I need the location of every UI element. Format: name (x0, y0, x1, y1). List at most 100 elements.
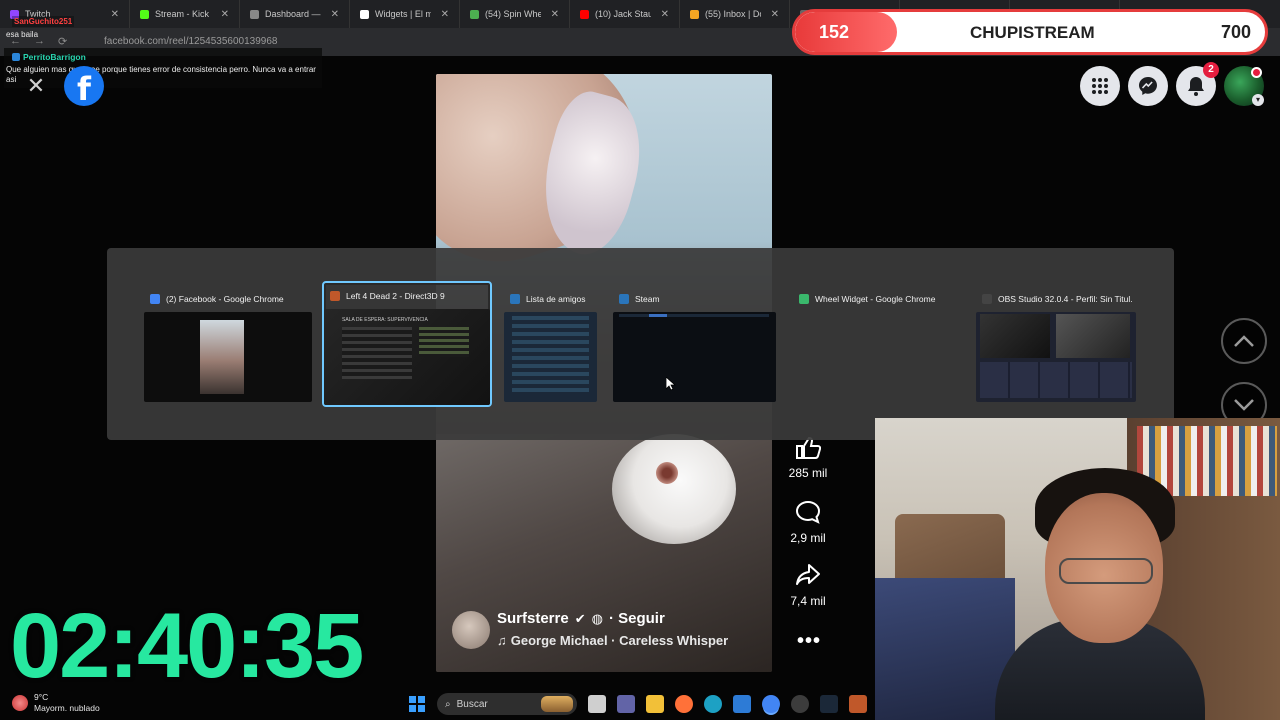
url-text[interactable]: facebook.com/reel/1254535600139968 (104, 36, 277, 47)
tab-close-icon[interactable]: ✕ (111, 9, 119, 20)
comment-icon (795, 500, 821, 524)
switcher-window-header: (2) Facebook - Google Chrome (150, 294, 308, 304)
video-wheel (612, 434, 736, 544)
switcher-window[interactable]: Lista de amigos (504, 286, 597, 402)
goal-current: 152 (819, 22, 850, 42)
browser-tab[interactable]: (10) Jack Stauber ✕ (570, 0, 680, 28)
author-avatar[interactable] (452, 611, 490, 649)
switcher-window-title: OBS Studio 32.0.4 - Perfil: Sin Titul... (998, 294, 1132, 304)
reload-icon[interactable]: ⟳ (58, 35, 67, 48)
search-icon: ⌕ (445, 698, 451, 710)
switcher-window-thumbnail (793, 312, 959, 402)
obs-icon[interactable] (791, 695, 809, 713)
switcher-window[interactable]: Left 4 Dead 2 - Direct3D 9 SALA DE ESPERA… (322, 281, 492, 407)
previous-reel-button[interactable] (1221, 318, 1267, 364)
browser-tab[interactable]: (55) Inbox | Dono ✕ (680, 0, 790, 28)
notification-badge: 2 (1203, 62, 1219, 78)
edge-icon[interactable] (704, 695, 722, 713)
author-name[interactable]: Surfsterre (497, 610, 569, 627)
switcher-window-header: Lista de amigos (510, 294, 593, 304)
switcher-window[interactable]: OBS Studio 32.0.4 - Perfil: Sin Titul... (976, 286, 1136, 402)
chrome-icon[interactable] (762, 695, 780, 713)
tab-title: (55) Inbox | Dono (705, 9, 761, 19)
switcher-window-thumbnail (613, 312, 776, 402)
comment-action[interactable]: 2,9 mil (780, 500, 836, 545)
menu-grid-icon[interactable] (1080, 66, 1120, 106)
chevron-down-icon (1234, 399, 1254, 411)
tab-title: Stream - Kick Da (155, 9, 211, 19)
tab-close-icon[interactable]: ✕ (551, 9, 559, 20)
switcher-window[interactable]: Wheel Widget - Google Chrome (793, 286, 959, 402)
file-explorer-icon[interactable] (646, 695, 664, 713)
verified-icon: ✔ (574, 610, 586, 626)
switcher-window-thumbnail: SALA DE ESPERA: SUPERVIVENCIA (324, 309, 490, 405)
switcher-window[interactable]: Steam (613, 286, 776, 402)
tab-favicon-icon (360, 9, 369, 19)
obs-icon (982, 294, 992, 304)
tab-close-icon[interactable]: ✕ (331, 9, 339, 20)
profile-status-dot (1251, 67, 1262, 78)
more-options-icon[interactable]: ••• (797, 630, 821, 653)
share-action[interactable]: 7,4 mil (780, 563, 836, 608)
tab-favicon-icon (470, 9, 479, 19)
browser-tab[interactable]: (54) Spin Wheel / ✕ (460, 0, 570, 28)
teams-icon[interactable] (617, 695, 635, 713)
facebook-logo-icon[interactable]: f (64, 66, 104, 106)
goal-title: CHUPISTREAM (970, 23, 1095, 42)
follow-button[interactable]: · Seguir (609, 610, 665, 627)
task-switcher: (2) Facebook - Google Chrome Left 4 Dead … (107, 248, 1174, 440)
chevron-up-icon (1234, 335, 1254, 347)
author-row: Surfsterre ✔ ◍ · Seguir (497, 610, 665, 627)
weather-icon (12, 694, 28, 711)
music-row[interactable]: ♫ George Michael · Careless Whisper (497, 633, 728, 648)
messenger-icon[interactable] (1128, 66, 1168, 106)
tab-title: Dashboard — Ly (265, 9, 321, 19)
switcher-window-title: Lista de amigos (526, 294, 586, 304)
mail-icon[interactable] (733, 695, 751, 713)
browser-tab[interactable]: Stream - Kick Da ✕ (130, 0, 240, 28)
taskbar: ⌕ Buscar (408, 692, 867, 716)
share-count: 7,4 mil (790, 594, 826, 608)
close-icon[interactable]: ✕ (26, 75, 46, 97)
switcher-window-header: Steam (619, 294, 772, 304)
weather-widget[interactable]: 9°C Mayorm. nublado (12, 692, 100, 713)
webcam-feed (875, 418, 1280, 720)
chat-username-text: PerritoBarrigon (23, 52, 86, 62)
tab-favicon-icon (580, 9, 589, 19)
switcher-window-thumbnail (144, 312, 312, 402)
l4d2-thumb-text: SALA DE ESPERA: SUPERVIVENCIA (342, 317, 428, 323)
steam-icon[interactable] (820, 695, 838, 713)
tab-close-icon[interactable]: ✕ (441, 9, 449, 20)
tab-title: (10) Jack Stauber (595, 9, 651, 19)
l4d2-icon[interactable] (849, 695, 867, 713)
tab-close-icon[interactable]: ✕ (221, 9, 229, 20)
like-action[interactable]: 285 mil (780, 436, 836, 480)
switcher-window-title: Steam (635, 294, 660, 304)
windows-start-icon[interactable] (408, 695, 426, 713)
browser-tab[interactable]: Widgets | El mej ✕ (350, 0, 460, 28)
goal-target: 700 (1220, 22, 1251, 42)
chrome-icon (150, 294, 160, 304)
tab-close-icon[interactable]: ✕ (771, 9, 779, 20)
tab-title: Widgets | El mej (375, 9, 431, 19)
tab-favicon-icon (250, 9, 259, 19)
switcher-window[interactable]: (2) Facebook - Google Chrome (144, 286, 312, 402)
task-view-icon[interactable] (588, 695, 606, 713)
stream-timer: 02:40:35 (10, 595, 364, 697)
taskbar-search[interactable]: ⌕ Buscar (437, 693, 577, 715)
weather-text: Mayorm. nublado (34, 702, 100, 713)
chevron-down-icon[interactable]: ▾ (1252, 94, 1264, 106)
switcher-window-title: Wheel Widget - Google Chrome (815, 294, 936, 304)
temperature-text: 9°C (34, 692, 49, 702)
switcher-window-thumbnail (976, 312, 1136, 402)
music-title: George Michael · Careless Whisper (510, 633, 729, 648)
tab-close-icon[interactable]: ✕ (661, 9, 669, 20)
switcher-window-thumbnail (504, 312, 597, 402)
l4d2-icon (330, 291, 340, 301)
desktop: Twitch✕Stream - Kick Da✕Dashboard — Ly✕W… (0, 0, 1280, 720)
chat-message-text: Que alguien mas que cree porque tienes e… (6, 65, 316, 84)
chat-message-top: esa baila (6, 30, 39, 39)
firefox-icon[interactable] (675, 695, 693, 713)
tab-favicon-icon (140, 9, 149, 19)
browser-tab[interactable]: Dashboard — Ly ✕ (240, 0, 350, 28)
